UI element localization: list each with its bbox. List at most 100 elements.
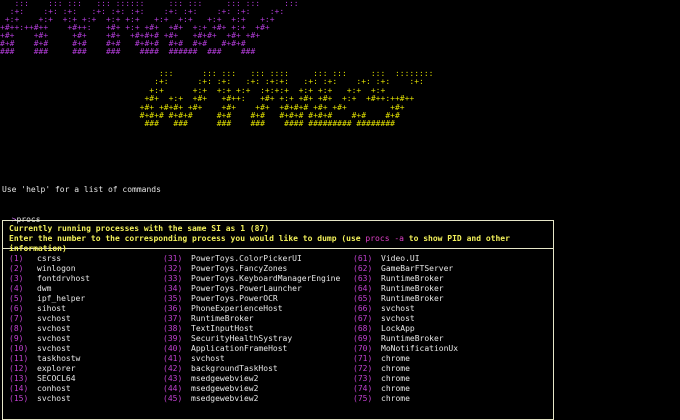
ascii-banner-purple: ::: ::: ::: ::: :::::: ::: ::: ::: ::: :… bbox=[0, 0, 299, 56]
process-index: (2) bbox=[9, 264, 24, 273]
process-name: conhost bbox=[37, 384, 71, 393]
process-name: chrome bbox=[381, 354, 410, 363]
process-index: (72) bbox=[353, 364, 373, 373]
process-name: chrome bbox=[381, 364, 410, 373]
process-row[interactable]: (66) svchost bbox=[353, 304, 553, 314]
process-index: (45) bbox=[163, 394, 183, 403]
process-row[interactable]: (42) backgroundTaskHost bbox=[163, 364, 353, 374]
process-row[interactable]: (39) SecurityHealthSystray bbox=[163, 334, 353, 344]
process-row[interactable]: (34) PowerToys.PowerLauncher bbox=[163, 284, 353, 294]
process-name: svchost bbox=[37, 334, 71, 343]
process-row[interactable]: (63) RuntimeBroker bbox=[353, 274, 553, 284]
ascii-banner-yellow: ::: ::: ::: ::: :::: ::: ::: ::: :::::::… bbox=[139, 69, 434, 129]
process-row[interactable]: (71) chrome bbox=[353, 354, 553, 364]
process-row[interactable]: (37) RuntimeBroker bbox=[163, 314, 353, 324]
process-row[interactable]: (61) Video.UI bbox=[353, 254, 553, 264]
panel-instruction: Enter the number to the corresponding pr… bbox=[9, 234, 510, 253]
process-row[interactable]: (67) svchost bbox=[353, 314, 553, 324]
process-name: svchost bbox=[381, 314, 415, 323]
process-index: (63) bbox=[353, 274, 373, 283]
process-name: Video.UI bbox=[381, 254, 420, 263]
process-row[interactable]: (44) msedgewebview2 bbox=[163, 384, 353, 394]
process-row[interactable]: (36) PhoneExperienceHost bbox=[163, 304, 353, 314]
process-name: msedgewebview2 bbox=[191, 394, 259, 403]
process-name: svchost bbox=[381, 304, 415, 313]
process-index: (43) bbox=[163, 374, 183, 383]
process-name: PowerToys.ColorPickerUI bbox=[191, 254, 302, 263]
process-index: (68) bbox=[353, 324, 373, 333]
process-name: TextInputHost bbox=[191, 324, 254, 333]
process-index: (3) bbox=[9, 274, 24, 283]
process-row[interactable]: (43) msedgewebview2 bbox=[163, 374, 353, 384]
process-row[interactable]: (68) LockApp bbox=[353, 324, 553, 334]
process-panel: Currently running processes with the sam… bbox=[2, 220, 554, 420]
process-row[interactable]: (35) PowerToys.PowerOCR bbox=[163, 294, 353, 304]
process-row[interactable]: (45) msedgewebview2 bbox=[163, 394, 353, 404]
process-index: (15) bbox=[9, 394, 29, 403]
process-name: RuntimeBroker bbox=[381, 294, 444, 303]
process-row[interactable]: (41) svchost bbox=[163, 354, 353, 364]
process-index: (9) bbox=[9, 334, 24, 343]
process-name: PowerToys.PowerLauncher bbox=[191, 284, 302, 293]
process-index: (61) bbox=[353, 254, 373, 263]
process-index: (42) bbox=[163, 364, 183, 373]
process-index: (7) bbox=[9, 314, 24, 323]
process-row[interactable]: (64) RuntimeBroker bbox=[353, 284, 553, 294]
process-row[interactable]: (74) chrome bbox=[353, 384, 553, 394]
process-index: (41) bbox=[163, 354, 183, 363]
procs-a-hint: procs -a bbox=[365, 234, 404, 243]
process-row[interactable]: (33) PowerToys.KeyboardManagerEngine bbox=[163, 274, 353, 284]
process-row[interactable]: (40) ApplicationFrameHost bbox=[163, 344, 353, 354]
process-row[interactable]: (72) chrome bbox=[353, 364, 553, 374]
process-index: (35) bbox=[163, 294, 183, 303]
process-name: RuntimeBroker bbox=[381, 274, 444, 283]
process-index: (73) bbox=[353, 374, 373, 383]
process-index: (65) bbox=[353, 294, 373, 303]
process-name: backgroundTaskHost bbox=[191, 364, 278, 373]
process-row[interactable]: (32) PowerToys.FancyZones bbox=[163, 264, 353, 274]
panel-title: Currently running processes with the sam… bbox=[9, 224, 270, 233]
panel-header: Currently running processes with the sam… bbox=[3, 221, 553, 253]
process-row[interactable]: (31) PowerToys.ColorPickerUI bbox=[163, 254, 353, 264]
process-index: (14) bbox=[9, 384, 29, 393]
process-column-2: (31) PowerToys.ColorPickerUI (32) PowerToys… bbox=[163, 254, 353, 404]
process-name: MoNotificationUx bbox=[381, 344, 459, 353]
process-index: (33) bbox=[163, 274, 183, 283]
process-row[interactable]: (69) RuntimeBroker bbox=[353, 334, 553, 344]
process-row[interactable]: (65) RuntimeBroker bbox=[353, 294, 553, 304]
process-index: (10) bbox=[9, 344, 29, 353]
process-name: msedgewebview2 bbox=[191, 374, 259, 383]
process-index: (38) bbox=[163, 324, 183, 333]
process-row[interactable]: (62) GameBarFTServer bbox=[353, 264, 553, 274]
process-name: dwm bbox=[37, 284, 52, 293]
process-name: chrome bbox=[381, 374, 410, 383]
process-index: (69) bbox=[353, 334, 373, 343]
process-row[interactable]: (75) chrome bbox=[353, 394, 553, 404]
process-name: ApplicationFrameHost bbox=[191, 344, 288, 353]
process-row[interactable]: (38) TextInputHost bbox=[163, 324, 353, 334]
process-name: svchost bbox=[37, 344, 71, 353]
process-name: PowerToys.FancyZones bbox=[191, 264, 288, 273]
process-row[interactable]: (73) chrome bbox=[353, 374, 553, 384]
process-index: (12) bbox=[9, 364, 29, 373]
process-row[interactable]: (70) MoNotificationUx bbox=[353, 344, 553, 354]
process-index: (62) bbox=[353, 264, 373, 273]
process-index: (1) bbox=[9, 254, 24, 263]
process-name: SECOCL64 bbox=[37, 374, 76, 383]
process-index: (8) bbox=[9, 324, 24, 333]
process-index: (13) bbox=[9, 374, 29, 383]
process-index: (39) bbox=[163, 334, 183, 343]
process-index: (66) bbox=[353, 304, 373, 313]
process-name: explorer bbox=[37, 364, 76, 373]
process-name: winlogon bbox=[37, 264, 76, 273]
process-name: taskhostw bbox=[37, 354, 81, 363]
process-index: (31) bbox=[163, 254, 183, 263]
process-name: LockApp bbox=[381, 324, 415, 333]
process-name: svchost bbox=[37, 324, 71, 333]
process-index: (67) bbox=[353, 314, 373, 323]
process-name: svchost bbox=[37, 394, 71, 403]
process-name: RuntimeBroker bbox=[381, 334, 444, 343]
process-index: (75) bbox=[353, 394, 373, 403]
process-name: svchost bbox=[37, 314, 71, 323]
process-index: (37) bbox=[163, 314, 183, 323]
